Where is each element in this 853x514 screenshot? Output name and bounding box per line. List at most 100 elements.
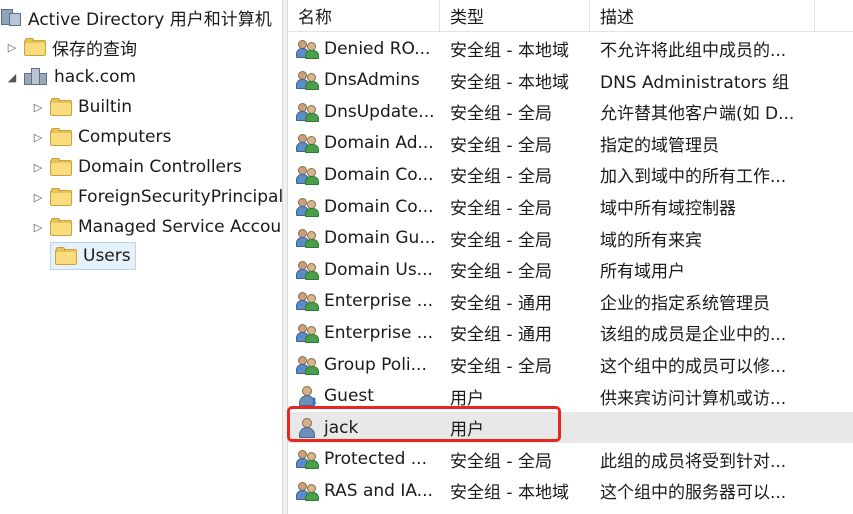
group-icon bbox=[296, 290, 320, 312]
table-row[interactable]: Enterprise ... 安全组 - 通用 企业的指定系统管理员 bbox=[288, 286, 853, 317]
cell-type: 安全组 - 全局 bbox=[450, 262, 552, 283]
cell-name-text: Domain Gu... bbox=[324, 228, 436, 249]
cell-name: Domain Ad... bbox=[296, 128, 444, 159]
group-icon bbox=[296, 69, 320, 91]
cell-name: Domain Co... bbox=[296, 159, 444, 190]
column-header-filler bbox=[815, 0, 853, 32]
expand-arrow-icon[interactable]: ▷ bbox=[32, 212, 44, 242]
tree-item-saved-queries[interactable]: ▷ 保存的查询 bbox=[6, 32, 137, 62]
tree-item-label: Users bbox=[83, 246, 131, 266]
cell-description: 指定的域管理员 bbox=[600, 135, 719, 156]
folder-icon bbox=[50, 128, 72, 146]
console-tree[interactable]: Active Directory 用户和计算机 ▷ 保存的查询 ◢ hack.c… bbox=[0, 0, 282, 514]
expand-arrow-icon[interactable]: ▷ bbox=[32, 122, 44, 152]
cell-name: DnsUpdate... bbox=[296, 96, 444, 127]
tree-item-label: Computers bbox=[78, 127, 172, 147]
cell-name-text: Domain Ad... bbox=[324, 133, 434, 154]
tree-item-label: ForeignSecurityPrincipals bbox=[78, 187, 282, 207]
cell-type: 用户 bbox=[450, 388, 484, 409]
cell-description: 供来宾访问计算机或访... bbox=[600, 388, 787, 409]
cell-name-text: Guest bbox=[324, 386, 374, 407]
table-row[interactable]: RAS and IA... 安全组 - 本地域 这个组中的服务器可以... bbox=[288, 475, 853, 506]
cell-description: 企业的指定系统管理员 bbox=[600, 293, 770, 314]
cell-description: 允许替其他客户端(如 D... bbox=[600, 104, 795, 125]
cell-type: 安全组 - 本地域 bbox=[450, 483, 569, 504]
cell-description: 所有域用户 bbox=[600, 262, 685, 283]
tree-item-label: hack.com bbox=[54, 67, 137, 87]
table-row[interactable]: DnsUpdate... 安全组 - 全局 允许替其他客户端(如 D... bbox=[288, 96, 853, 127]
user-disabled-icon: ⬇ bbox=[296, 385, 320, 408]
table-row[interactable]: Protected ... 安全组 - 全局 此组的成员将受到针对... bbox=[288, 444, 853, 475]
folder-icon bbox=[55, 247, 77, 265]
table-row[interactable]: Domain Gu... 安全组 - 全局 域的所有来宾 bbox=[288, 223, 853, 254]
table-row[interactable]: ⬇ Guest 用户 供来宾访问计算机或访... bbox=[288, 381, 853, 412]
cell-name: jack bbox=[296, 412, 444, 443]
column-header-type[interactable]: 类型 bbox=[440, 0, 590, 32]
cell-name: Domain Gu... bbox=[296, 223, 444, 254]
tree-item-label: Managed Service Accounts bbox=[78, 217, 282, 237]
cell-type: 安全组 - 本地域 bbox=[450, 72, 569, 93]
folder-icon bbox=[50, 218, 72, 236]
group-icon bbox=[296, 322, 320, 344]
table-row[interactable]: Enterprise ... 安全组 - 通用 该组的成员是企业中的... bbox=[288, 317, 853, 348]
cell-name-text: Domain Co... bbox=[324, 164, 434, 185]
cell-description: 该组的成员是企业中的... bbox=[600, 325, 787, 346]
ou-folder-icon bbox=[50, 158, 72, 176]
tree-item-label: 保存的查询 bbox=[52, 39, 137, 60]
cell-description: 域中所有域控制器 bbox=[600, 199, 736, 219]
cell-name: Domain Us... bbox=[296, 254, 444, 285]
cell-type: 安全组 - 全局 bbox=[450, 357, 552, 377]
tree-item-managed-service-accounts[interactable]: ▷ Managed Service Accounts bbox=[32, 212, 282, 242]
table-row[interactable]: jack 用户 bbox=[288, 412, 853, 444]
group-icon bbox=[296, 259, 320, 281]
column-header-name[interactable]: 名称 bbox=[288, 0, 440, 32]
tree-root[interactable]: Active Directory 用户和计算机 bbox=[0, 2, 272, 32]
folder-icon bbox=[24, 38, 46, 56]
cell-name: Domain Co... bbox=[296, 191, 444, 222]
table-row[interactable]: Denied RO... 安全组 - 本地域 不允许将此组中成员的... bbox=[288, 33, 853, 64]
cell-description: DNS Administrators 组 bbox=[600, 72, 790, 93]
table-row[interactable]: Domain Co... 安全组 - 全局 加入到域中的所有工作... bbox=[288, 159, 853, 190]
cell-name: DnsAdmins bbox=[296, 65, 444, 96]
tree-item-foreign-security-principals[interactable]: ▷ ForeignSecurityPrincipals bbox=[32, 182, 282, 212]
cell-type: 安全组 - 全局 bbox=[450, 230, 552, 251]
cell-name-text: Domain Us... bbox=[324, 259, 433, 280]
group-icon bbox=[296, 227, 320, 249]
cell-description: 此组的成员将受到针对... bbox=[600, 451, 787, 472]
expand-arrow-icon[interactable]: ▷ bbox=[32, 92, 44, 122]
cell-name-text: Denied RO... bbox=[324, 38, 431, 59]
cell-name: RAS and IA... bbox=[296, 475, 444, 506]
tree-item-builtin[interactable]: ▷ Builtin bbox=[32, 92, 132, 122]
cell-description: 加入到域中的所有工作... bbox=[600, 167, 787, 188]
tree-item-users[interactable]: Users bbox=[50, 241, 136, 271]
collapse-arrow-icon[interactable]: ◢ bbox=[6, 62, 18, 92]
cell-name-text: Domain Co... bbox=[324, 196, 434, 217]
cell-type: 安全组 - 全局 bbox=[450, 104, 552, 125]
cell-name-text: DnsUpdate... bbox=[324, 101, 435, 122]
expand-arrow-icon[interactable]: ▷ bbox=[32, 152, 44, 182]
cell-name-text: RAS and IA... bbox=[324, 480, 433, 501]
table-row[interactable]: Group Poli... 安全组 - 全局 这个组中的成员可以修... bbox=[288, 349, 853, 380]
expand-arrow-icon[interactable]: ▷ bbox=[32, 182, 44, 212]
object-list[interactable]: 名称 类型 描述 Denied RO... 安全组 - 本地域 不允许将此组中成员的… bbox=[288, 0, 853, 514]
cell-name: Group Poli... bbox=[296, 349, 444, 380]
column-header-description[interactable]: 描述 bbox=[590, 0, 815, 32]
cell-description bbox=[600, 412, 805, 443]
table-row[interactable]: DnsAdmins 安全组 - 本地域 DNS Administrators 组 bbox=[288, 65, 853, 96]
group-icon bbox=[296, 132, 320, 154]
tree-item-domain[interactable]: ◢ hack.com bbox=[6, 62, 136, 92]
table-row[interactable]: Domain Us... 安全组 - 全局 所有域用户 bbox=[288, 254, 853, 285]
tree-item-computers[interactable]: ▷ Computers bbox=[32, 122, 172, 152]
cell-type: 安全组 - 全局 bbox=[450, 135, 552, 156]
tree-item-domain-controllers[interactable]: ▷ Domain Controllers bbox=[32, 152, 242, 182]
cell-name-text: Enterprise ... bbox=[324, 322, 434, 343]
table-row[interactable]: Domain Ad... 安全组 - 全局 指定的域管理员 bbox=[288, 128, 853, 159]
expand-arrow-icon[interactable]: ▷ bbox=[6, 32, 18, 62]
cell-name-text: Group Poli... bbox=[324, 354, 427, 375]
cell-name-text: Enterprise ... bbox=[324, 291, 434, 312]
tree-item-label: Domain Controllers bbox=[78, 157, 242, 177]
selected-node[interactable]: Users bbox=[50, 242, 136, 270]
table-row[interactable]: Domain Co... 安全组 - 全局 域中所有域控制器 bbox=[288, 191, 853, 222]
folder-icon bbox=[50, 98, 72, 116]
cell-type: 安全组 - 本地域 bbox=[450, 41, 569, 61]
